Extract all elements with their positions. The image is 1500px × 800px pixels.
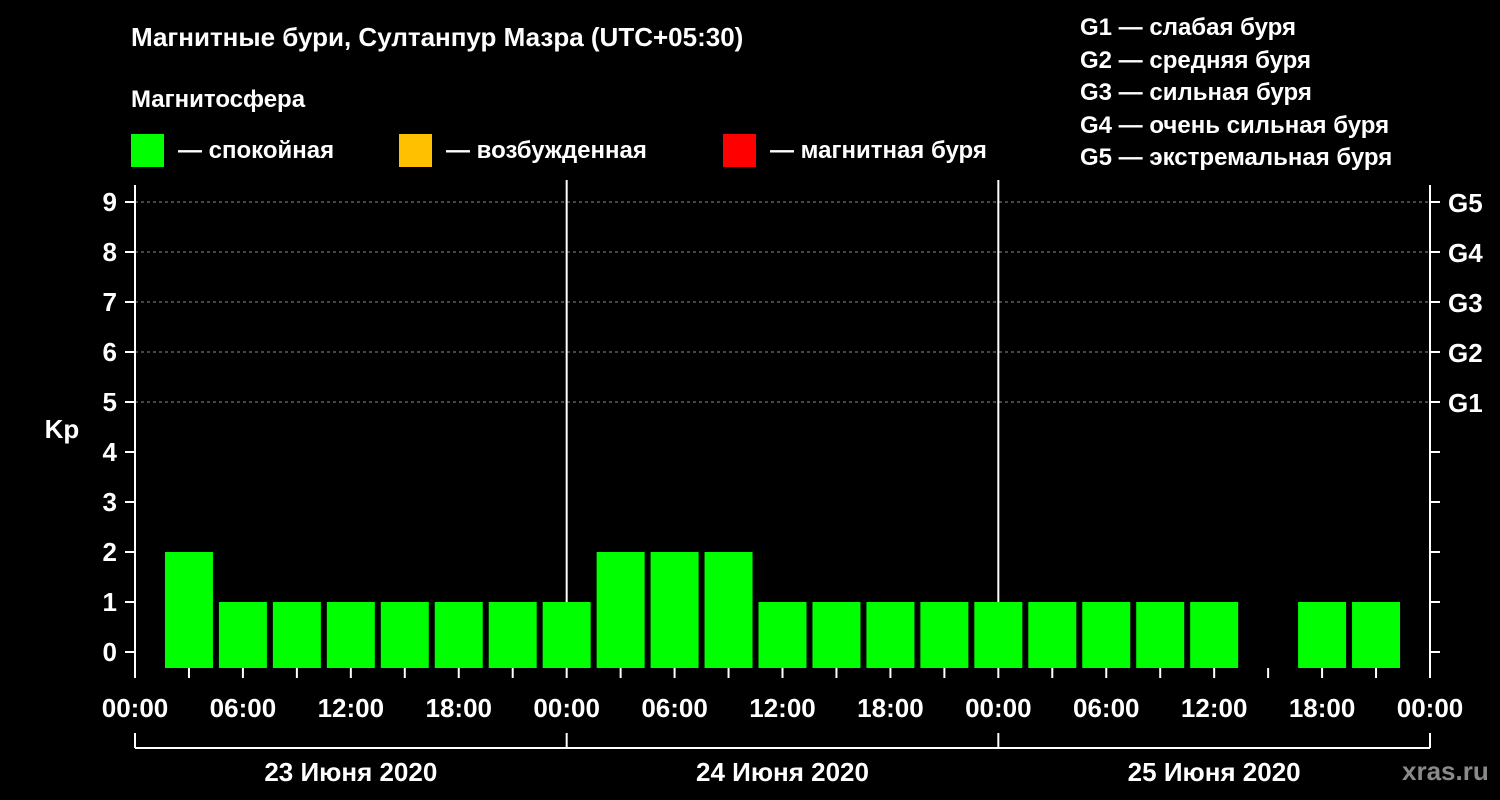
day-label: 23 Июня 2020 (264, 757, 437, 787)
y-tick-label: 7 (103, 287, 117, 317)
kp-bar (542, 602, 591, 668)
y-axis-label: Kp (45, 414, 80, 444)
day-label: 25 Июня 2020 (1128, 757, 1301, 787)
kp-bar (1190, 602, 1239, 668)
y-tick-label: 5 (103, 387, 117, 417)
x-tick-label: 06:00 (1073, 693, 1140, 723)
x-tick-label: 18:00 (1289, 693, 1356, 723)
y-tick-label: 1 (103, 587, 117, 617)
kp-bar (596, 552, 645, 668)
x-tick-label: 18:00 (857, 693, 924, 723)
x-tick-label: 00:00 (965, 693, 1032, 723)
kp-bar (1352, 602, 1401, 668)
kp-bar (164, 552, 213, 668)
g-level-label: G1 (1448, 388, 1483, 418)
kp-bar (866, 602, 915, 668)
y-tick-label: 2 (103, 537, 117, 567)
x-tick-label: 06:00 (641, 693, 708, 723)
g-level-label: G5 (1448, 188, 1483, 218)
y-tick-label: 3 (103, 487, 117, 517)
kp-bar (1028, 602, 1077, 668)
y-tick-label: 0 (103, 637, 117, 667)
kp-bar (974, 602, 1023, 668)
y-tick-label: 6 (103, 337, 117, 367)
y-tick-label: 9 (103, 187, 117, 217)
x-tick-label: 12:00 (1181, 693, 1248, 723)
kp-bar (758, 602, 807, 668)
kp-bar (380, 602, 429, 668)
kp-bar (326, 602, 375, 668)
kp-bar (488, 602, 537, 668)
kp-bar (1298, 602, 1347, 668)
kp-bar (272, 602, 321, 668)
x-tick-label: 12:00 (749, 693, 816, 723)
kp-bar (218, 602, 267, 668)
kp-chart: Kp 0 1 2 3 4 5 6 7 8 9 G1 G2 G3 G4 G5 00:00 06:00 12:00 18… (45, 180, 1483, 787)
x-tick-label: 00:00 (1397, 693, 1464, 723)
kp-bar (812, 602, 861, 668)
x-tick-label: 06:00 (210, 693, 277, 723)
g-level-label: G4 (1448, 238, 1483, 268)
x-tick-label: 12:00 (318, 693, 385, 723)
x-tick-label: 00:00 (533, 693, 600, 723)
y-tick-label: 8 (103, 237, 117, 267)
watermark: xras.ru (1402, 756, 1489, 786)
x-tick-label: 18:00 (426, 693, 493, 723)
kp-bar (1082, 602, 1131, 668)
y-tick-label: 4 (103, 437, 118, 467)
x-tick-label: 00:00 (102, 693, 169, 723)
kp-bar (1136, 602, 1185, 668)
kp-bar (650, 552, 699, 668)
g-level-label: G3 (1448, 288, 1483, 318)
kp-bar (704, 552, 753, 668)
kp-bar (434, 602, 483, 668)
kp-bar (920, 602, 969, 668)
day-label: 24 Июня 2020 (696, 757, 869, 787)
g-level-label: G2 (1448, 338, 1483, 368)
